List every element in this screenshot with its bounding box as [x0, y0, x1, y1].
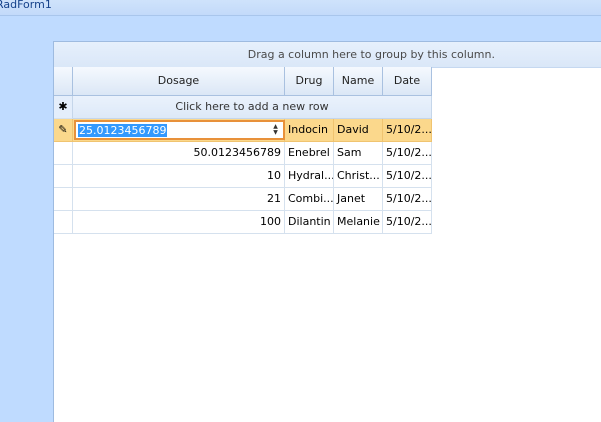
- add-new-row[interactable]: Click here to add a new row: [73, 96, 432, 119]
- window-titlebar: RadForm1: [0, 0, 601, 16]
- drug-cell[interactable]: Hydral...: [285, 165, 334, 188]
- row-indicator[interactable]: [54, 165, 73, 188]
- date-cell[interactable]: 5/10/2...: [383, 188, 432, 211]
- dosage-spin-editor[interactable]: 25.0123456789 ▲ ▼: [74, 120, 285, 140]
- header-indicator-cell: [54, 67, 73, 96]
- dosage-cell[interactable]: 21: [73, 188, 285, 211]
- window-title: RadForm1: [0, 0, 52, 11]
- row-indicator[interactable]: [54, 211, 73, 234]
- spin-down-icon[interactable]: ▼: [270, 130, 281, 136]
- drug-cell[interactable]: Combi...: [285, 188, 334, 211]
- column-header-dosage[interactable]: Dosage: [73, 67, 285, 96]
- edit-pencil-icon: ✎: [54, 119, 73, 142]
- grid-header-row: Dosage Drug Name Date: [54, 67, 432, 96]
- row-indicator[interactable]: [54, 188, 73, 211]
- column-header-name[interactable]: Name: [334, 67, 383, 96]
- name-cell[interactable]: Sam: [334, 142, 383, 165]
- name-cell[interactable]: Janet: [334, 188, 383, 211]
- new-row-indicator-icon: ✱: [54, 96, 73, 119]
- drug-cell[interactable]: Enebrel: [285, 142, 334, 165]
- column-header-drug[interactable]: Drug: [285, 67, 334, 96]
- group-panel-hint: Drag a column here to group by this colu…: [247, 48, 495, 61]
- dosage-cell[interactable]: 10: [73, 165, 285, 188]
- table-row[interactable]: 21 Combi... Janet 5/10/2...: [54, 188, 432, 211]
- dosage-cell[interactable]: 50.0123456789: [73, 142, 285, 165]
- date-cell[interactable]: 5/10/2...: [383, 142, 432, 165]
- table-row[interactable]: 100 Dilantin Melanie 5/10/2...: [54, 211, 432, 234]
- drug-cell[interactable]: Indocin: [285, 119, 334, 142]
- data-grid[interactable]: Drag a column here to group by this colu…: [53, 41, 601, 422]
- date-cell[interactable]: 5/10/2...: [383, 165, 432, 188]
- table-row[interactable]: 50.0123456789 Enebrel Sam 5/10/2...: [54, 142, 432, 165]
- row-indicator[interactable]: [54, 142, 73, 165]
- dosage-editor-input[interactable]: 25.0123456789: [78, 124, 168, 137]
- table-row[interactable]: ✎ 25.0123456789 ▲ ▼ Indocin David 5/10/2…: [54, 119, 432, 142]
- name-cell[interactable]: David: [334, 119, 383, 142]
- date-cell[interactable]: 5/10/2...: [383, 119, 432, 142]
- spin-buttons[interactable]: ▲ ▼: [270, 124, 281, 137]
- column-header-date[interactable]: Date: [383, 67, 432, 96]
- drug-cell[interactable]: Dilantin: [285, 211, 334, 234]
- name-cell[interactable]: Christ...: [334, 165, 383, 188]
- group-by-panel[interactable]: Drag a column here to group by this colu…: [54, 42, 601, 68]
- dosage-cell[interactable]: 100: [73, 211, 285, 234]
- date-cell[interactable]: 5/10/2...: [383, 211, 432, 234]
- name-cell[interactable]: Melanie: [334, 211, 383, 234]
- table-row[interactable]: 10 Hydral... Christ... 5/10/2...: [54, 165, 432, 188]
